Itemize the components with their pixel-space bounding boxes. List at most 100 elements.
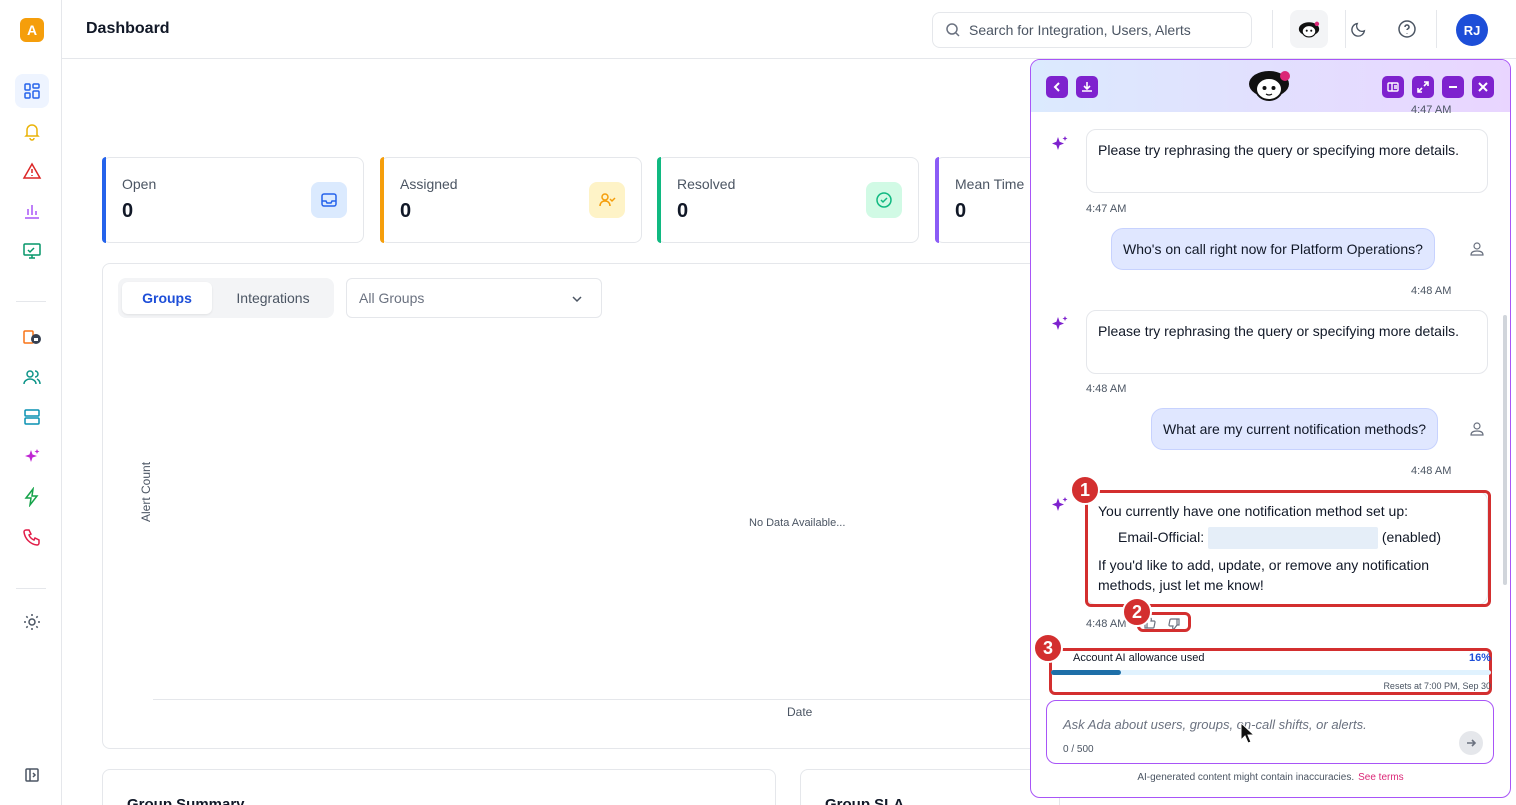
ai-message-bubble: Please try rephrasing the query or speci…: [1086, 310, 1488, 374]
card-title: Group Summary: [127, 796, 245, 805]
dark-mode-toggle[interactable]: [1347, 17, 1371, 41]
chat-sidebar-toggle-button[interactable]: [1382, 76, 1404, 98]
users-icon[interactable]: [15, 360, 49, 394]
card-accent-bar: [380, 157, 384, 243]
tab-groups[interactable]: Groups: [122, 282, 212, 314]
group-summary-card: Group Summary: [102, 769, 776, 805]
usage-percent: 16%: [1468, 652, 1491, 664]
stat-value: 0: [955, 200, 967, 222]
card-title: Group SLA: [825, 796, 905, 805]
ai-sparkle-icon: [1052, 136, 1068, 150]
ada-assistant-button[interactable]: [1290, 10, 1328, 48]
chat-input[interactable]: Ask Ada about users, groups, on-call shi…: [1046, 700, 1494, 764]
annotation-badge-1: 1: [1070, 475, 1100, 505]
group-select-value: All Groups: [359, 290, 425, 306]
lightning-icon[interactable]: [15, 480, 49, 514]
view-toggle: Groups Integrations: [118, 278, 334, 318]
stat-card-open[interactable]: Open 0: [102, 157, 364, 243]
panel-layout-icon: [1387, 82, 1399, 92]
message-timestamp: 4:48 AM: [1086, 383, 1127, 395]
settings-icon[interactable]: [15, 605, 49, 639]
chat-minimize-button[interactable]: [1442, 76, 1464, 98]
alert-triangle-icon[interactable]: [15, 154, 49, 188]
chevron-down-icon: [572, 296, 582, 303]
card-accent-bar: [935, 157, 939, 243]
card-accent-bar: [657, 157, 661, 243]
empty-state-text: No Data Available...: [749, 517, 846, 529]
stat-label: Resolved: [677, 176, 736, 192]
usage-reset-text: Resets at 7:00 PM, Sep 30: [1383, 681, 1491, 691]
card-accent-bar: [102, 157, 106, 243]
user-icon: [1470, 242, 1484, 256]
top-header: Dashboard Search for Integration, Users,…: [62, 0, 1516, 59]
usage-progress-track: [1051, 670, 1491, 675]
usage-progress-fill: [1051, 670, 1122, 675]
stat-value: 0: [122, 200, 134, 222]
user-check-icon: [589, 182, 625, 218]
usage-label: Account AI allowance used: [1073, 652, 1205, 664]
ai-sparkle-icon: [1052, 497, 1068, 511]
close-icon: [1478, 82, 1488, 92]
chat-scrollbar[interactable]: [1503, 315, 1507, 585]
ai-disclaimer: AI-generated content might contain inacc…: [1031, 772, 1510, 783]
collapse-sidebar-icon[interactable]: [15, 758, 49, 792]
tab-integrations[interactable]: Integrations: [218, 282, 328, 314]
page-title: Dashboard: [86, 20, 170, 37]
ada-logo-icon: [1249, 71, 1290, 101]
schedule-lock-icon[interactable]: [15, 320, 49, 354]
moon-icon: [1351, 22, 1366, 37]
group-sla-card: Group SLA: [800, 769, 1060, 805]
ai-message-bubble: Please try rephrasing the query or speci…: [1086, 129, 1488, 193]
help-button[interactable]: [1395, 17, 1419, 41]
stat-card-resolved[interactable]: Resolved 0: [657, 157, 919, 243]
alerts-chart-panel: Groups Integrations All Groups Alert Cou…: [102, 263, 1062, 749]
phone-icon[interactable]: [15, 520, 49, 554]
chat-back-button[interactable]: [1046, 76, 1068, 98]
stat-label: Open: [122, 176, 157, 192]
chat-download-button[interactable]: [1076, 76, 1098, 98]
sidebar: A: [0, 0, 62, 805]
stat-label: Assigned: [400, 176, 458, 192]
minus-icon: [1449, 86, 1457, 88]
user-message-bubble: What are my current notification methods…: [1151, 408, 1439, 450]
stat-card-assigned[interactable]: Assigned 0: [380, 157, 642, 243]
message-timestamp: 4:47 AM: [1086, 203, 1127, 215]
dashboard-icon[interactable]: [15, 74, 49, 108]
x-axis-line: [153, 699, 1053, 700]
search-icon: [946, 23, 960, 37]
chat-expand-button[interactable]: [1412, 76, 1434, 98]
message-timestamp: 4:47 AM: [1411, 104, 1452, 116]
user-avatar[interactable]: RJ: [1456, 14, 1488, 46]
app-logo[interactable]: A: [20, 18, 44, 42]
bar-chart-icon[interactable]: [15, 194, 49, 228]
chat-input-placeholder: Ask Ada about users, groups, on-call shi…: [1063, 717, 1367, 732]
ada-face-icon: [1298, 21, 1320, 38]
annotation-box-1: [1085, 490, 1491, 607]
chat-close-button[interactable]: [1472, 76, 1494, 98]
user-message-bubble: Who's on call right now for Platform Ope…: [1111, 228, 1435, 270]
mouse-cursor-icon: [1240, 722, 1256, 744]
arrow-right-icon: [1467, 739, 1477, 747]
bell-icon[interactable]: [15, 114, 49, 148]
group-select[interactable]: All Groups: [346, 278, 602, 318]
ai-sparkle-icon: [1052, 316, 1068, 330]
message-timestamp: 4:48 AM: [1411, 465, 1452, 477]
help-circle-icon: [1398, 20, 1416, 38]
monitor-icon[interactable]: [15, 234, 49, 268]
y-axis-label: Alert Count: [139, 461, 153, 522]
message-timestamp: 4:48 AM: [1411, 285, 1452, 297]
message-timestamp: 4:48 AM: [1086, 618, 1127, 630]
chevron-left-icon: [1053, 82, 1060, 92]
char-counter: 0 / 500: [1063, 744, 1094, 755]
search-placeholder: Search for Integration, Users, Alerts: [969, 22, 1191, 38]
disclaimer-text: AI-generated content might contain inacc…: [1137, 772, 1355, 783]
sparkles-icon[interactable]: [15, 440, 49, 474]
stat-label: Mean Time: [955, 176, 1025, 192]
server-icon[interactable]: [15, 400, 49, 434]
check-circle-icon: [866, 182, 902, 218]
stat-value: 0: [677, 200, 689, 222]
send-button[interactable]: [1459, 731, 1483, 755]
x-axis-label: Date: [787, 705, 813, 719]
see-terms-link[interactable]: See terms: [1358, 772, 1404, 783]
search-input[interactable]: Search for Integration, Users, Alerts: [932, 12, 1252, 48]
